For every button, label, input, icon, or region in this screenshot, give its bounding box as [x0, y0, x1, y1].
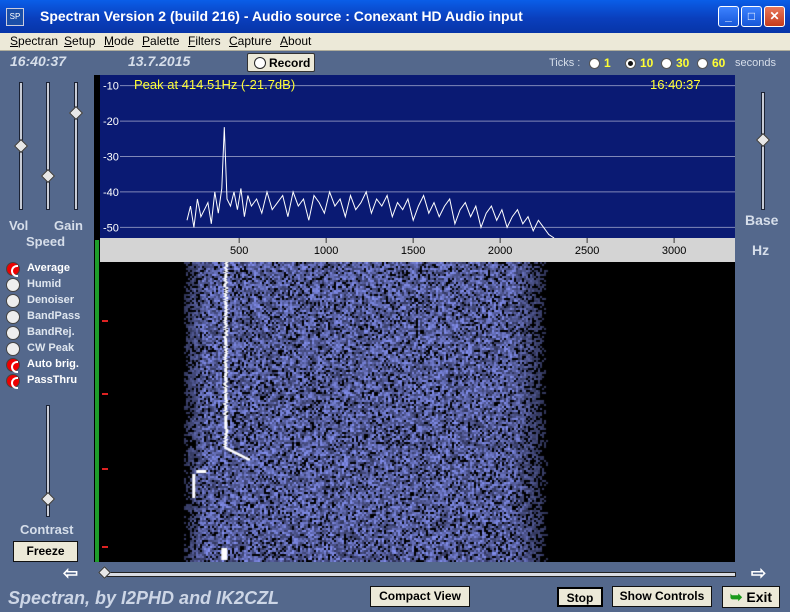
vol-slider-thumb[interactable] — [13, 138, 29, 154]
show-controls-button[interactable]: Show Controls — [612, 586, 712, 607]
record-button[interactable]: Record — [247, 53, 315, 72]
freeze-button[interactable]: Freeze — [13, 541, 78, 562]
ticks-unit: seconds — [735, 57, 776, 69]
ticks-option-1: 1 — [604, 56, 611, 70]
hz-label: Hz — [752, 242, 770, 258]
ticks-radio-10[interactable] — [625, 58, 636, 69]
app-icon[interactable]: SP — [6, 8, 24, 26]
gain-slider-thumb[interactable] — [68, 105, 84, 121]
waterfall-display[interactable] — [100, 262, 735, 562]
scroll-right-arrow[interactable]: ⇨ — [751, 563, 766, 584]
base-slider-thumb[interactable] — [755, 133, 771, 148]
record-label: Record — [269, 56, 311, 70]
waterfall-tick — [102, 393, 108, 395]
frequency-axis-ticks: 500 1000 1500 2000 2500 3000 — [230, 238, 686, 257]
option-label: BandPass — [27, 310, 81, 322]
spectrum-panel[interactable]: -10 -20 -30 -40 -50 Peak at 414.51Hz (-21.7d… — [100, 75, 735, 238]
speed-slider-track[interactable] — [46, 82, 50, 210]
y-tick-label: -10 — [103, 81, 119, 93]
ticks-label: Ticks : — [549, 57, 581, 69]
option-toggle-1[interactable] — [6, 278, 20, 292]
level-meter — [95, 240, 99, 562]
option-toggle-4[interactable] — [6, 326, 20, 340]
y-tick-label: -50 — [103, 222, 119, 234]
horizontal-scroll-track[interactable] — [104, 572, 736, 577]
base-label: Base — [745, 212, 779, 228]
option-label: CW Peak — [27, 342, 75, 354]
menu-filters[interactable]: Filters — [188, 34, 221, 48]
x-tick-label: 3000 — [662, 245, 686, 257]
vol-label: Vol — [9, 218, 29, 233]
option-label: Auto brig. — [27, 358, 79, 370]
ticks-radio-60[interactable] — [697, 58, 708, 69]
contrast-slider-thumb[interactable] — [40, 491, 56, 506]
y-tick-label: -40 — [103, 187, 119, 199]
menu-palette[interactable]: Palette — [142, 34, 179, 48]
speed-label: Speed — [26, 234, 66, 249]
spectrum-chart: -10 -20 -30 -40 -50 — [103, 81, 735, 238]
menu-about[interactable]: About — [280, 34, 311, 48]
window-title: Spectran Version 2 (build 216) - Audio s… — [40, 8, 523, 24]
ticks-radio-30[interactable] — [661, 58, 672, 69]
x-tick-label: 2500 — [575, 245, 599, 257]
option-label: Denoiser — [27, 294, 75, 306]
y-tick-label: -20 — [103, 116, 119, 128]
speed-slider-thumb[interactable] — [40, 168, 56, 183]
menu-bar: Spectran Setup Mode Palette Filters Capt… — [0, 33, 790, 51]
credit-text: Spectran, by I2PHD and IK2CZL — [8, 588, 280, 608]
ticks-option-10: 10 — [640, 56, 654, 70]
x-tick-label: 500 — [230, 245, 248, 257]
option-toggle-0[interactable] — [6, 262, 20, 277]
clock-time: 16:40:37 — [10, 53, 67, 69]
ticks-option-30: 30 — [676, 56, 690, 70]
frequency-axis: 500 1000 1500 2000 2500 3000 — [100, 238, 735, 262]
waterfall-tick — [102, 320, 108, 322]
minimize-button[interactable]: _ — [718, 6, 739, 27]
spectrum-trace — [186, 127, 555, 238]
option-toggle-3[interactable] — [6, 310, 20, 324]
ticks-option-60: 60 — [712, 56, 726, 70]
menu-setup[interactable]: Setup — [64, 34, 95, 48]
peak-readout: Peak at 414.51Hz (-21.7dB) — [134, 77, 296, 92]
waterfall-canvas — [100, 262, 735, 562]
x-tick-label: 1000 — [314, 245, 338, 257]
option-label: Average — [27, 262, 71, 274]
close-button[interactable]: ✕ — [764, 6, 785, 27]
option-label: BandRej. — [27, 326, 75, 338]
exit-label: Exit — [746, 589, 773, 605]
record-icon — [254, 57, 266, 69]
waterfall-tick — [102, 468, 108, 470]
option-label: PassThru — [27, 374, 78, 386]
stop-button[interactable]: Stop — [557, 587, 603, 607]
base-slider-track[interactable] — [761, 92, 765, 210]
gain-slider-track[interactable] — [74, 82, 78, 210]
option-toggle-7[interactable] — [6, 374, 20, 389]
gain-label: Gain — [54, 218, 83, 233]
maximize-button[interactable]: □ — [741, 6, 762, 27]
option-toggle-2[interactable] — [6, 294, 20, 308]
current-date: 13.7.2015 — [128, 53, 191, 69]
option-toggle-5[interactable] — [6, 342, 20, 356]
ticks-radio-1[interactable] — [589, 58, 600, 69]
waterfall-tick — [102, 546, 108, 548]
running-man-icon: ➥ — [729, 589, 743, 606]
compact-view-button[interactable]: Compact View — [370, 586, 470, 607]
contrast-label: Contrast — [20, 522, 74, 537]
spectrum-time: 16:40:37 — [650, 77, 701, 92]
y-tick-label: -30 — [103, 152, 119, 164]
menu-spectran[interactable]: Spectran — [10, 34, 58, 48]
option-label: Humid — [27, 278, 62, 290]
x-tick-label: 2000 — [488, 245, 512, 257]
exit-button[interactable]: ➥ Exit — [722, 586, 780, 608]
menu-mode[interactable]: Mode — [104, 34, 134, 48]
x-tick-label: 1500 — [401, 245, 425, 257]
option-toggle-6[interactable] — [6, 358, 20, 373]
scroll-left-arrow[interactable]: ⇦ — [63, 563, 78, 584]
menu-capture[interactable]: Capture — [229, 34, 272, 48]
